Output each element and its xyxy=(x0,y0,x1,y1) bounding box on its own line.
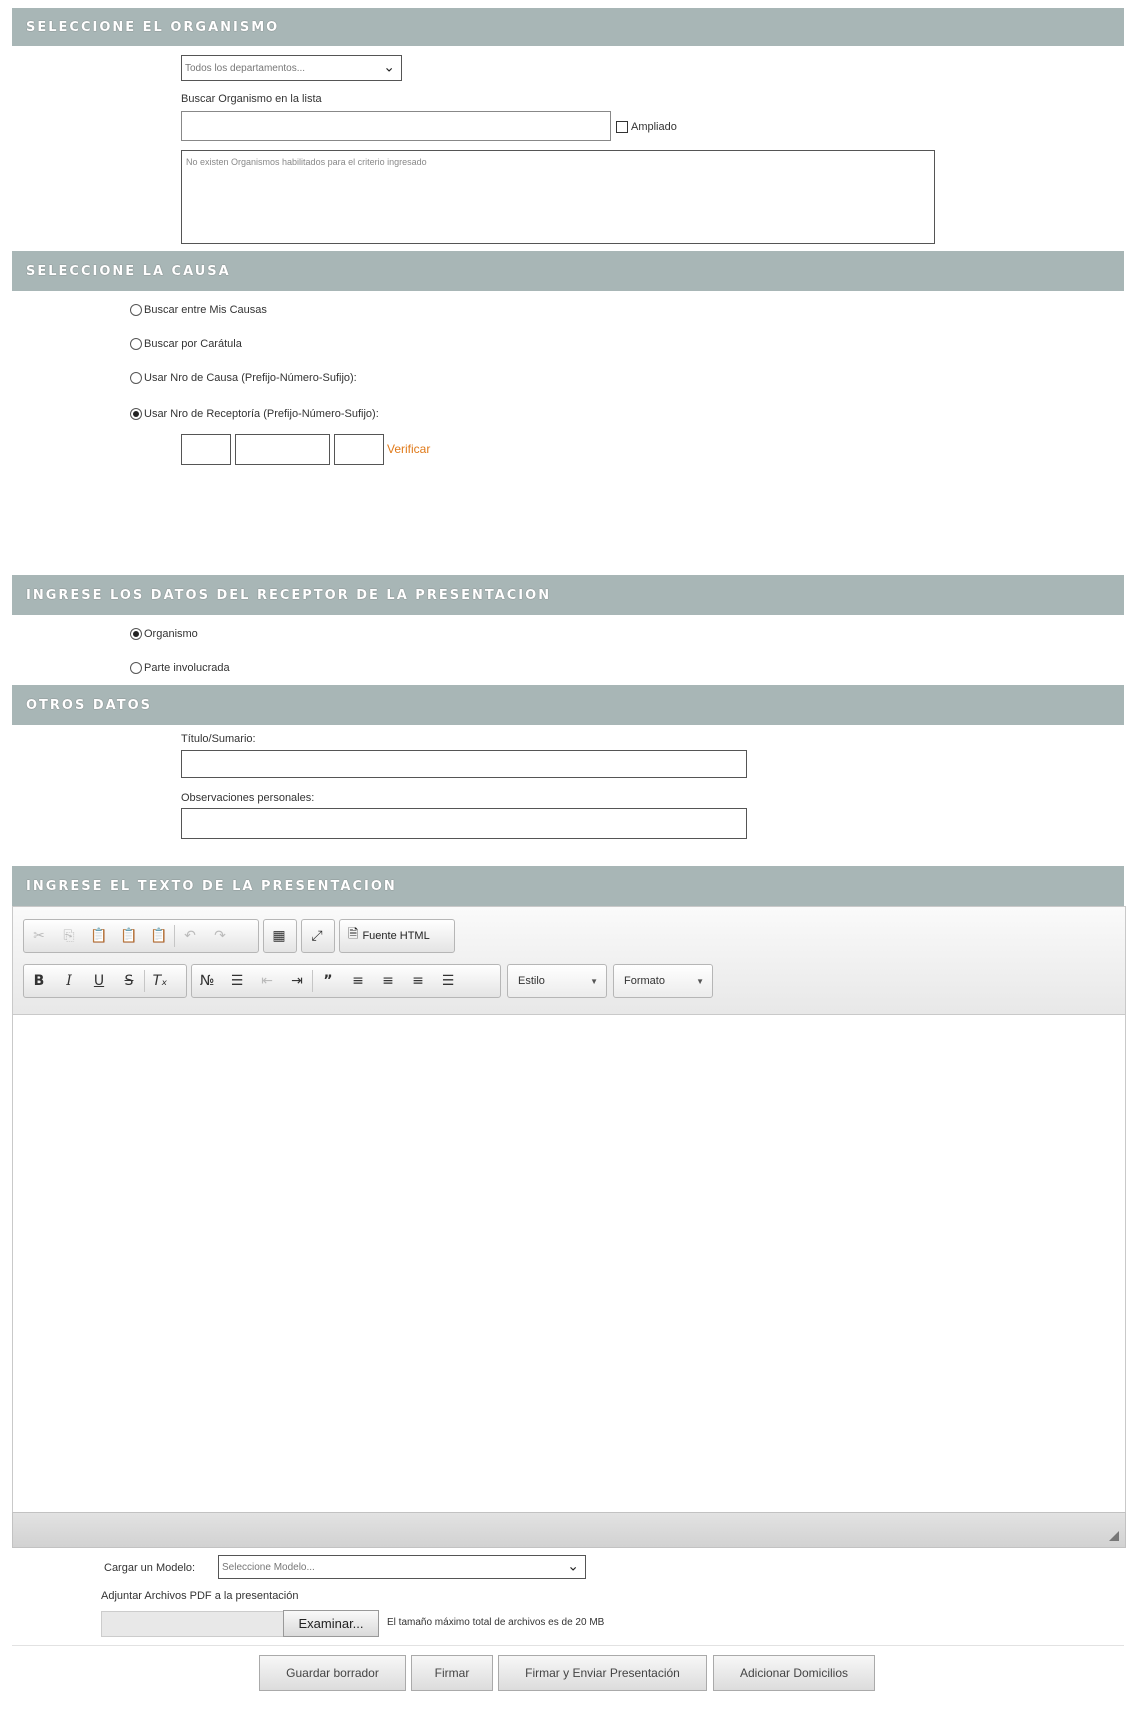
section-header-texto: INGRESE EL TEXTO DE LA PRESENTACION xyxy=(12,866,1124,906)
radio-label: Usar Nro de Causa (Prefijo-Número-Sufijo… xyxy=(144,372,357,384)
caret-down-icon: ▼ xyxy=(696,976,704,986)
paste-text-icon[interactable]: 📋 xyxy=(114,923,144,949)
editor-toolbar: ✂ ⎘ 📋 📋 📋 ↶ ↷ ▦ ⤢ 🗎 Fuente HTML B I U S … xyxy=(12,906,1126,1015)
radio-nro-receptoria[interactable]: Usar Nro de Receptoría (Prefijo-Número-S… xyxy=(130,408,379,420)
paragraph-group: № ☰ ⇤ ⇥ ” ≡ ≡ ≡ ☰ xyxy=(191,964,501,998)
estilo-label: Estilo xyxy=(518,975,545,987)
footer-divider xyxy=(12,1645,1124,1646)
receptoria-sufijo-input[interactable] xyxy=(334,434,384,465)
formato-label: Formato xyxy=(624,975,665,987)
radio-nro-causa[interactable]: Usar Nro de Causa (Prefijo-Número-Sufijo… xyxy=(130,372,357,384)
indent-icon[interactable]: ⇥ xyxy=(282,968,312,994)
radio-label: Organismo xyxy=(144,628,198,640)
radio-button[interactable] xyxy=(130,662,142,674)
table-group: ▦ xyxy=(263,919,297,953)
section-header-organismo: SELECCIONE EL ORGANISMO xyxy=(12,8,1124,46)
align-center-icon[interactable]: ≡ xyxy=(373,968,403,994)
formato-combo[interactable]: Formato ▼ xyxy=(613,964,713,998)
editor-content-area[interactable] xyxy=(12,1015,1126,1512)
cut-icon[interactable]: ✂ xyxy=(24,923,54,949)
radio-button[interactable] xyxy=(130,408,142,420)
radio-button[interactable] xyxy=(130,338,142,350)
verificar-link[interactable]: Verificar xyxy=(387,442,430,456)
paste-word-icon[interactable]: 📋 xyxy=(144,923,174,949)
radio-receptor-parte[interactable]: Parte involucrada xyxy=(130,662,230,674)
radio-label: Usar Nro de Receptoría (Prefijo-Número-S… xyxy=(144,408,379,420)
radio-mis-causas[interactable]: Buscar entre Mis Causas xyxy=(130,304,267,316)
radio-caratula[interactable]: Buscar por Carátula xyxy=(130,338,242,350)
caret-down-icon: ▼ xyxy=(590,976,598,986)
firmar-enviar-button[interactable]: Firmar y Enviar Presentación xyxy=(498,1655,707,1691)
align-left-icon[interactable]: ≡ xyxy=(343,968,373,994)
department-select-value: Todos los departamentos... xyxy=(185,62,306,74)
source-icon: 🗎 xyxy=(348,926,359,941)
justify-icon[interactable]: ☰ xyxy=(433,968,463,994)
firmar-button[interactable]: Firmar xyxy=(411,1655,493,1691)
department-select[interactable]: Todos los departamentos... ⌄ xyxy=(181,55,402,81)
strike-icon[interactable]: S xyxy=(114,968,144,994)
source-group[interactable]: 🗎 Fuente HTML xyxy=(339,919,455,953)
adjuntar-label: Adjuntar Archivos PDF a la presentación xyxy=(101,1590,299,1602)
clipboard-group: ✂ ⎘ 📋 📋 📋 ↶ ↷ xyxy=(23,919,259,953)
section-header-otros: OTROS DATOS xyxy=(12,685,1124,725)
radio-label: Buscar por Carátula xyxy=(144,338,242,350)
radio-label: Buscar entre Mis Causas xyxy=(144,304,267,316)
ampliado-checkbox-row[interactable]: Ampliado xyxy=(616,121,677,133)
ampliado-label: Ampliado xyxy=(631,121,677,133)
outdent-icon[interactable]: ⇤ xyxy=(252,968,282,994)
titulo-input[interactable] xyxy=(181,750,747,778)
radio-button[interactable] xyxy=(130,304,142,316)
radio-receptor-organismo[interactable]: Organismo xyxy=(130,628,198,640)
guardar-borrador-button[interactable]: Guardar borrador xyxy=(259,1655,406,1691)
redo-icon[interactable]: ↷ xyxy=(205,923,235,949)
organismo-list-empty-text: No existen Organismos habilitados para e… xyxy=(186,157,427,167)
modelo-select-value: Seleccione Modelo... xyxy=(222,1561,315,1573)
ampliado-checkbox[interactable] xyxy=(616,121,628,133)
modelo-label: Cargar un Modelo: xyxy=(104,1562,196,1574)
copy-icon[interactable]: ⎘ xyxy=(54,923,84,949)
editor-status-bar xyxy=(12,1512,1126,1548)
observaciones-input[interactable] xyxy=(181,808,747,839)
underline-icon[interactable]: U xyxy=(84,968,114,994)
file-path-field[interactable] xyxy=(101,1611,287,1637)
table-icon[interactable]: ▦ xyxy=(264,923,294,949)
maximize-group: ⤢ xyxy=(301,919,335,953)
align-right-icon[interactable]: ≡ xyxy=(403,968,433,994)
source-label: Fuente HTML xyxy=(362,930,430,942)
bulleted-list-icon[interactable]: ☰ xyxy=(222,968,252,994)
observaciones-label: Observaciones personales: xyxy=(181,792,315,804)
examinar-button[interactable]: Examinar... xyxy=(283,1610,379,1637)
titulo-label: Título/Sumario: xyxy=(181,733,256,745)
section-header-receptor: INGRESE LOS DATOS DEL RECEPTOR DE LA PRE… xyxy=(12,575,1124,615)
maximize-icon[interactable]: ⤢ xyxy=(302,923,332,949)
organismo-list[interactable]: No existen Organismos habilitados para e… xyxy=(181,150,935,244)
max-size-text: El tamaño máximo total de archivos es de… xyxy=(387,1617,605,1628)
radio-label: Parte involucrada xyxy=(144,662,230,674)
radio-button[interactable] xyxy=(130,628,142,640)
estilo-combo[interactable]: Estilo ▼ xyxy=(507,964,607,998)
chevron-down-icon: ⌄ xyxy=(383,58,395,75)
numbered-list-icon[interactable]: № xyxy=(192,968,222,994)
radio-button[interactable] xyxy=(130,372,142,384)
receptoria-numero-input[interactable] xyxy=(235,434,330,465)
bold-icon[interactable]: B xyxy=(24,968,54,994)
chevron-down-icon: ⌄ xyxy=(567,1557,579,1574)
search-organismo-input[interactable] xyxy=(181,111,611,141)
resize-handle-icon[interactable] xyxy=(1109,1531,1119,1541)
undo-icon[interactable]: ↶ xyxy=(175,923,205,949)
search-organismo-label: Buscar Organismo en la lista xyxy=(181,93,322,105)
modelo-select[interactable]: Seleccione Modelo... ⌄ xyxy=(218,1555,586,1579)
adicionar-domicilios-button[interactable]: Adicionar Domicilios xyxy=(713,1655,875,1691)
blockquote-icon[interactable]: ” xyxy=(313,968,343,994)
section-header-causa: SELECCIONE LA CAUSA xyxy=(12,251,1124,291)
italic-icon[interactable]: I xyxy=(54,968,84,994)
remove-format-icon[interactable]: Tₓ xyxy=(145,968,175,994)
paste-icon[interactable]: 📋 xyxy=(84,923,114,949)
receptoria-prefijo-input[interactable] xyxy=(181,434,231,465)
basic-style-group: B I U S Tₓ xyxy=(23,964,187,998)
